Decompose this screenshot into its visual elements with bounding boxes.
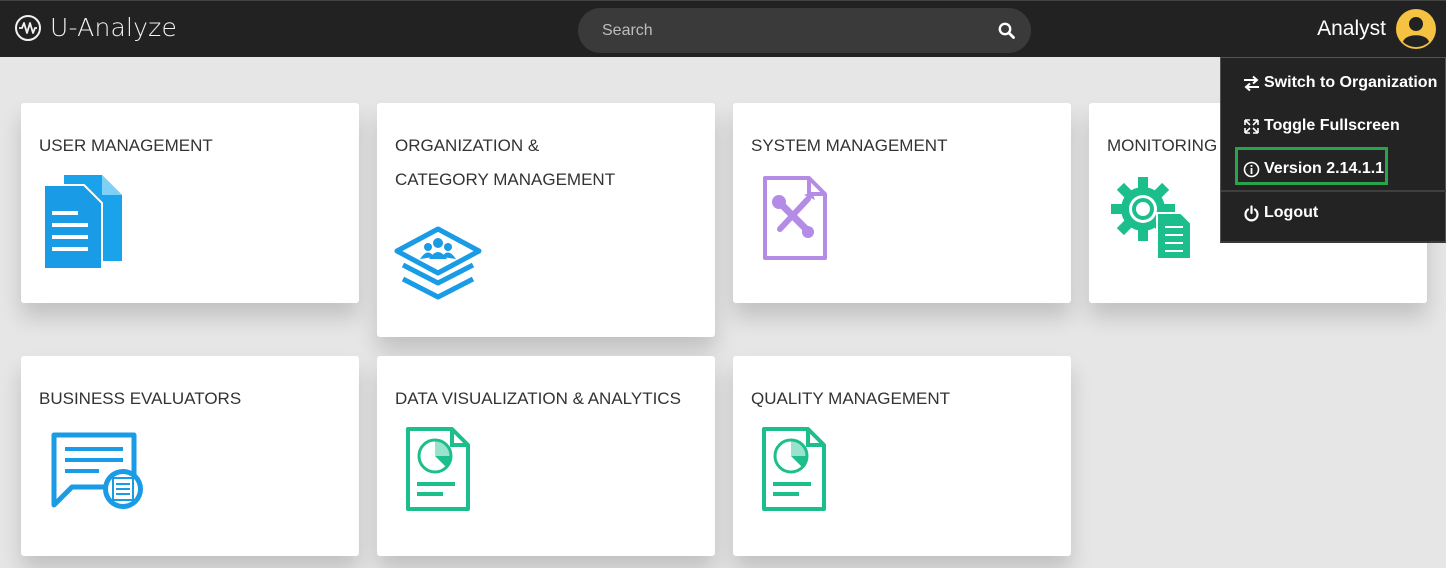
menu-item-label: Toggle Fullscreen — [1264, 117, 1400, 134]
menu-divider — [1221, 190, 1446, 192]
card-title: ORGANIZATION & CATEGORY MANAGEMENT — [395, 136, 616, 189]
swap-arrows-icon — [1244, 75, 1259, 91]
top-navbar: U-Analyze Analyst — [0, 0, 1446, 57]
user-menu-toggle[interactable]: Analyst — [1317, 9, 1436, 49]
card-title: SYSTEM MANAGEMENT — [751, 136, 948, 155]
user-dropdown-menu: Switch to Organization Toggle Fullscreen… — [1220, 57, 1446, 243]
card-system-management[interactable]: SYSTEM MANAGEMENT — [733, 103, 1071, 303]
pie-report-icon — [406, 427, 470, 511]
waveform-logo-icon — [15, 14, 41, 41]
menu-item-label: Version 2.14.1.1 — [1264, 160, 1385, 177]
menu-item-label: Logout — [1264, 204, 1319, 221]
chat-report-icon — [51, 432, 143, 509]
card-business-evaluators[interactable]: BUSINESS EVALUATORS — [21, 356, 359, 556]
layers-users-icon — [394, 226, 482, 300]
avatar-icon — [1396, 9, 1436, 49]
search-input[interactable] — [578, 8, 978, 53]
card-title: DATA VISUALIZATION & ANALYTICS — [395, 389, 681, 408]
power-icon — [1244, 204, 1259, 221]
app-title: U-Analyze — [50, 13, 178, 42]
search-bar — [578, 8, 1031, 53]
expand-icon — [1244, 118, 1259, 134]
card-quality-management[interactable]: QUALITY MANAGEMENT — [733, 356, 1071, 556]
menu-item-toggle-fullscreen[interactable]: Toggle Fullscreen — [1243, 117, 1400, 135]
card-user-management[interactable]: USER MANAGEMENT — [21, 103, 359, 303]
card-title: USER MANAGEMENT — [39, 136, 213, 155]
card-title: QUALITY MANAGEMENT — [751, 389, 950, 408]
user-name: Analyst — [1317, 17, 1386, 40]
menu-item-logout[interactable]: Logout — [1243, 204, 1318, 222]
menu-item-switch-organization[interactable]: Switch to Organization — [1243, 74, 1437, 92]
menu-item-label: Switch to Organization — [1264, 74, 1438, 91]
brand[interactable]: U-Analyze — [14, 13, 177, 42]
tools-document-icon — [763, 176, 827, 260]
card-title: BUSINESS EVALUATORS — [39, 389, 242, 408]
card-organization-category-management[interactable]: ORGANIZATION & CATEGORY MANAGEMENT — [377, 103, 715, 337]
search-icon[interactable] — [998, 22, 1015, 39]
pie-report-icon — [762, 427, 826, 511]
gear-checklist-icon — [1111, 177, 1192, 260]
info-icon — [1243, 161, 1260, 177]
menu-item-version[interactable]: Version 2.14.1.1 — [1243, 160, 1384, 178]
card-data-visualization-analytics[interactable]: DATA VISUALIZATION & ANALYTICS — [377, 356, 715, 556]
documents-icon — [43, 175, 122, 270]
